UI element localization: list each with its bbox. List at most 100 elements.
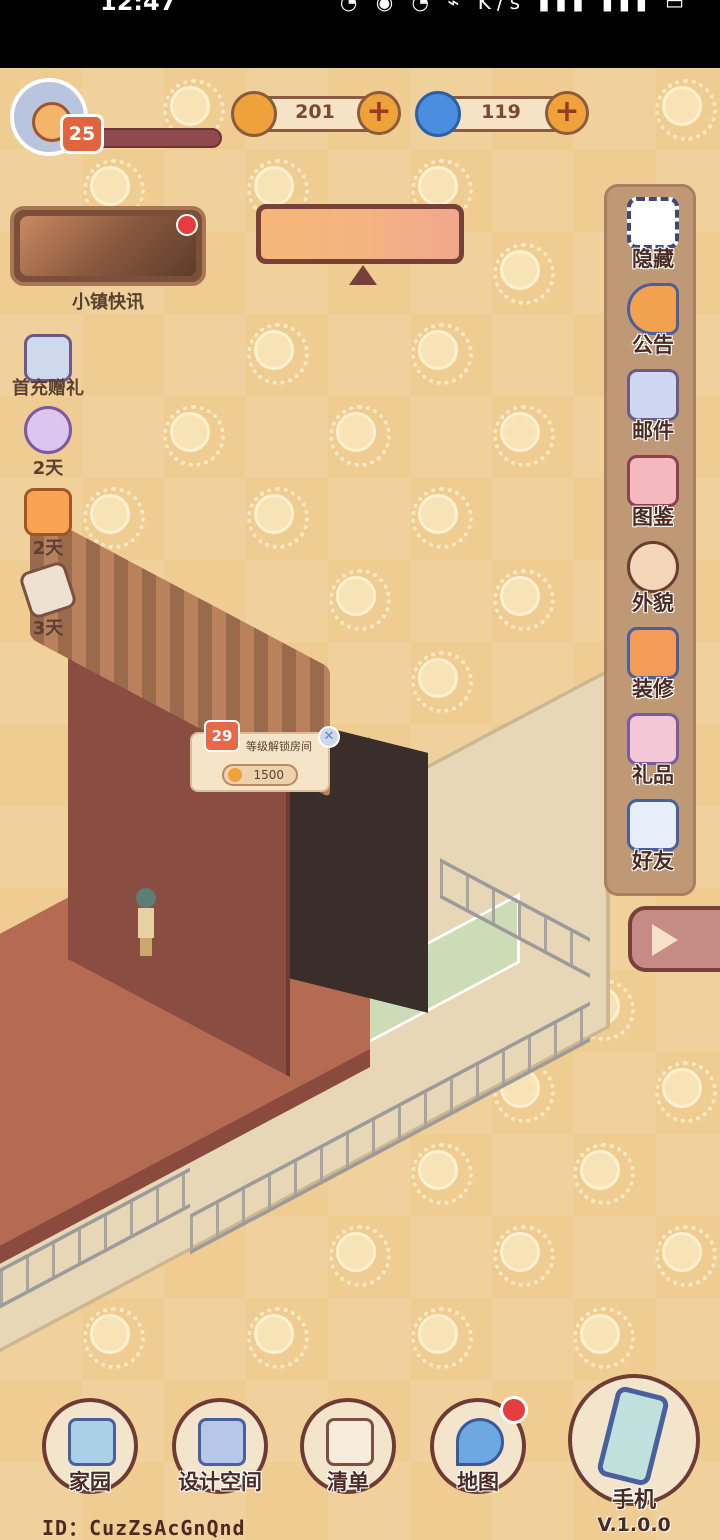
sun-decoration-icon bbox=[493, 569, 555, 631]
status-time: 12:47 bbox=[100, 0, 177, 16]
unlock-level-badge: 29 bbox=[204, 720, 240, 752]
friends-label: 好友 bbox=[632, 849, 674, 873]
appearance-label: 外貌 bbox=[632, 591, 674, 615]
nav-design[interactable]: 设计空间 bbox=[172, 1398, 268, 1494]
time-pointer-icon bbox=[349, 265, 377, 285]
town-news-image bbox=[20, 216, 196, 276]
event-timer-label: 3天 bbox=[32, 618, 64, 639]
gift-box-icon bbox=[627, 713, 679, 765]
game-scene[interactable]: 29 等级解锁房间 ✕ 1500 25 201 + 119 + 小镇快讯 首充赠… bbox=[0, 68, 720, 1540]
nav-home[interactable]: 家园 bbox=[42, 1398, 138, 1494]
phone-icon bbox=[595, 1384, 671, 1488]
sun-decoration-icon bbox=[83, 1307, 145, 1369]
status-bar: 12:47 ◔ ◉ ◔ ⌁ K/s ▮▮▮ ▮▮▮ ▭ bbox=[0, 0, 720, 68]
renovate-button[interactable]: 装修 bbox=[607, 621, 699, 705]
announcement-button[interactable]: 公告 bbox=[607, 277, 699, 361]
unlock-cost-button[interactable]: 1500 bbox=[222, 764, 298, 786]
book-icon bbox=[627, 455, 679, 507]
cat-jar-icon[interactable] bbox=[24, 488, 72, 536]
friends-button[interactable]: 好友 bbox=[607, 793, 699, 877]
unlock-cost-value: 1500 bbox=[253, 768, 284, 782]
nav-list[interactable]: 清单 bbox=[300, 1398, 396, 1494]
town-news-label: 小镇快讯 bbox=[72, 292, 144, 313]
gift-button[interactable]: 礼品 bbox=[607, 707, 699, 791]
expand-panel-button[interactable] bbox=[628, 906, 720, 972]
renovate-icon bbox=[627, 627, 679, 679]
close-icon[interactable]: ✕ bbox=[318, 726, 340, 748]
face-icon bbox=[627, 541, 679, 593]
sun-decoration-icon bbox=[655, 1061, 717, 1123]
sun-decoration-icon bbox=[411, 651, 473, 713]
nav-design-label: 设计空间 bbox=[178, 1470, 262, 1494]
version-label: V.1.0.0 bbox=[597, 1514, 671, 1536]
user-id: ID：CuzZsAcGnQnd bbox=[42, 1516, 246, 1540]
question-mark-icon[interactable] bbox=[24, 406, 72, 454]
sun-decoration-icon bbox=[163, 405, 225, 467]
sun-decoration-icon bbox=[573, 1307, 635, 1369]
sun-decoration-icon bbox=[247, 1307, 309, 1369]
nav-map-label: 地图 bbox=[457, 1470, 499, 1494]
first-charge-gift-label: 首充赠礼 bbox=[12, 378, 84, 399]
swirl-currency[interactable]: 119 + bbox=[415, 91, 589, 137]
day-night-indicator[interactable] bbox=[256, 204, 464, 285]
megaphone-icon bbox=[627, 283, 679, 335]
nav-map[interactable]: 地图 bbox=[430, 1396, 528, 1494]
mail-label: 邮件 bbox=[632, 419, 674, 443]
sun-decoration-icon bbox=[493, 405, 555, 467]
sun-decoration-icon bbox=[329, 569, 391, 631]
list-icon bbox=[326, 1418, 374, 1466]
sun-decoration-icon bbox=[655, 1225, 717, 1287]
player-character[interactable] bbox=[134, 888, 158, 958]
sun-decoration-icon bbox=[493, 1225, 555, 1287]
add-coin-button[interactable]: + bbox=[357, 91, 401, 135]
sun-decoration-icon bbox=[411, 1307, 473, 1369]
friends-icon bbox=[627, 799, 679, 851]
hide-button[interactable]: 隐藏 bbox=[607, 191, 699, 275]
appearance-button[interactable]: 外貌 bbox=[607, 535, 699, 619]
character-head bbox=[136, 888, 156, 908]
sun-decoration-icon bbox=[411, 323, 473, 385]
mail-icon bbox=[627, 369, 679, 421]
map-pin-icon bbox=[456, 1418, 504, 1466]
room-unlock-popup[interactable]: 29 等级解锁房间 ✕ 1500 bbox=[190, 720, 340, 792]
sun-decoration-icon bbox=[411, 1143, 473, 1205]
town-news-button[interactable] bbox=[10, 206, 206, 286]
notification-dot bbox=[176, 214, 198, 236]
sun-decoration-icon bbox=[247, 159, 309, 221]
home-icon bbox=[68, 1418, 116, 1466]
coin-icon bbox=[228, 768, 242, 782]
announcement-label: 公告 bbox=[632, 333, 674, 357]
experience-bar bbox=[92, 128, 222, 148]
sun-decoration-icon bbox=[247, 323, 309, 385]
notification-dot bbox=[500, 1396, 528, 1424]
mail-button[interactable]: 邮件 bbox=[607, 363, 699, 447]
nav-home-label: 家园 bbox=[69, 1470, 111, 1494]
play-arrow-icon bbox=[652, 924, 678, 956]
sun-decoration-icon bbox=[655, 79, 717, 141]
unlock-text: 等级解锁房间 bbox=[246, 740, 312, 753]
event-timer-label: 2天 bbox=[32, 538, 64, 559]
sun-decoration-icon bbox=[83, 159, 145, 221]
renovate-label: 装修 bbox=[632, 677, 674, 701]
sun-decoration-icon bbox=[573, 1143, 635, 1205]
sun-decoration-icon bbox=[329, 1225, 391, 1287]
coin-currency[interactable]: 201 + bbox=[231, 91, 401, 137]
hide-label: 隐藏 bbox=[632, 247, 674, 271]
sun-decoration-icon bbox=[493, 243, 555, 305]
sun-decoration-icon bbox=[329, 405, 391, 467]
sun-decoration-icon bbox=[411, 487, 473, 549]
design-ruler-icon bbox=[198, 1418, 246, 1466]
character-legs bbox=[140, 938, 152, 956]
system-status-icons: ◔ ◉ ◔ ⌁ K/s ▮▮▮ ▮▮▮ ▭ bbox=[339, 0, 690, 14]
player-level-badge: 25 bbox=[60, 114, 104, 154]
sun-decoration-icon bbox=[83, 487, 145, 549]
phone-button[interactable]: 手机 bbox=[568, 1374, 700, 1513]
sun-decoration-icon bbox=[411, 159, 473, 221]
event-timer-label: 2天 bbox=[32, 458, 64, 479]
hide-frame-icon bbox=[627, 197, 679, 249]
collection-label: 图鉴 bbox=[632, 505, 674, 529]
sun-decoration-icon bbox=[247, 487, 309, 549]
phone-label: 手机 bbox=[611, 1488, 656, 1513]
collection-button[interactable]: 图鉴 bbox=[607, 449, 699, 533]
add-swirl-button[interactable]: + bbox=[545, 91, 589, 135]
